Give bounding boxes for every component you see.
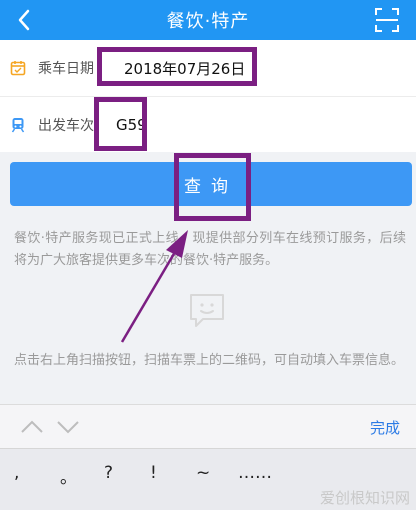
service-info-text: 餐饮·特产服务现已正式上线，现提供部分列车在线预订服务，后续将为广大旅客提供更多… <box>14 231 406 268</box>
date-value[interactable]: 2018年07月26日 <box>124 58 245 79</box>
page-title: 餐饮·特产 <box>166 11 250 32</box>
keyboard: , 。 ? ! ~ …… 爱创根知识网 <box>0 448 416 510</box>
date-label: 乘车日期 <box>38 61 94 77</box>
watermark-text: 爱创根知识网 <box>319 489 410 507</box>
chevron-up-icon[interactable] <box>20 419 44 435</box>
key-comma[interactable]: , <box>14 463 19 483</box>
train-icon <box>11 117 25 132</box>
header-bar: 餐饮·特产 <box>0 0 416 40</box>
back-arrow-icon <box>18 9 30 31</box>
key-ellipsis[interactable]: …… <box>238 463 272 483</box>
key-period[interactable]: 。 <box>60 463 77 488</box>
train-row[interactable]: 出发车次 G59 <box>0 96 416 152</box>
key-tilde[interactable]: ~ <box>196 463 210 483</box>
done-button[interactable]: 完成 <box>370 417 400 438</box>
scan-icon[interactable] <box>374 7 400 33</box>
scan-tip-text: 点击右上角扫描按钮，扫描车票上的二维码，可自动填入车票信息。 <box>14 353 405 368</box>
key-question[interactable]: ? <box>104 463 113 483</box>
chat-smile-icon <box>190 294 224 327</box>
train-value[interactable]: G59 <box>116 116 147 134</box>
calendar-icon <box>10 61 26 76</box>
ticket-form: 乘车日期 2018年07月26日 出发车次 G59 <box>0 40 416 152</box>
train-label: 出发车次 <box>38 117 94 134</box>
key-exclamation[interactable]: ! <box>150 463 157 483</box>
keyboard-toolbar: 完成 <box>0 404 416 448</box>
chevron-down-icon[interactable] <box>56 419 80 435</box>
query-button-label: 查询 <box>184 176 238 197</box>
back-button[interactable] <box>8 4 40 36</box>
screen: 餐饮·特产 乘车日期 2018年07月26日 出发车次 G59 查询 餐饮·特产… <box>0 0 416 510</box>
date-row[interactable]: 乘车日期 2018年07月26日 <box>0 40 416 96</box>
query-button[interactable]: 查询 <box>10 162 412 206</box>
